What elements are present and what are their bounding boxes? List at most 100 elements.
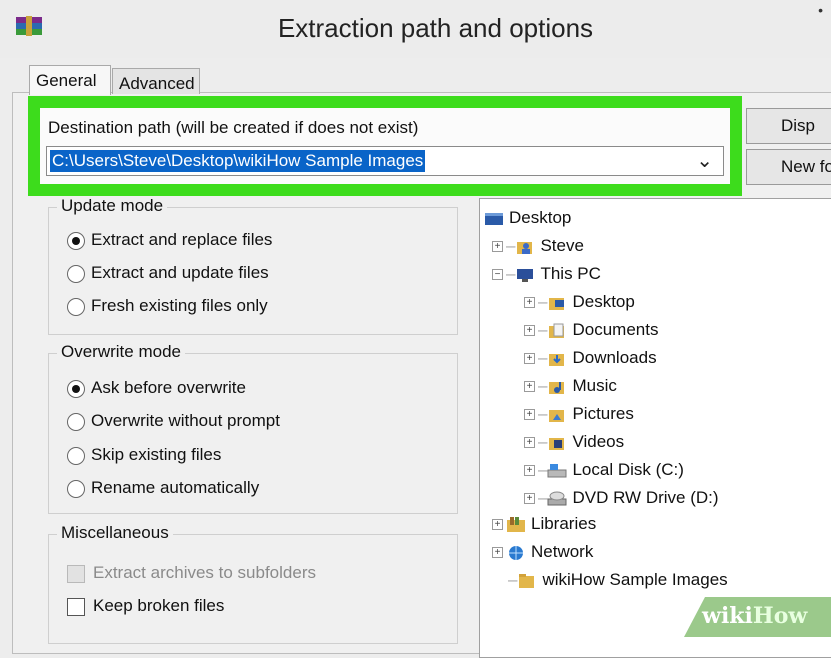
tree-item-label: Steve — [540, 236, 584, 255]
tree-item-label: Downloads — [572, 348, 657, 367]
tab-advanced[interactable]: Advanced — [112, 68, 200, 94]
expand-icon[interactable]: + — [524, 465, 535, 477]
tree-item-libraries[interactable]: + Libraries — [492, 514, 596, 534]
radio-button[interactable] — [67, 264, 85, 283]
tree-item-pictures[interactable]: + – Pictures — [524, 404, 634, 424]
folder-icon — [517, 572, 537, 589]
title-bar: Extraction path and options • — [0, 0, 831, 58]
tree-item-desktop-root[interactable]: Desktop — [484, 208, 571, 228]
desktop-folder-icon — [547, 294, 567, 311]
expand-icon[interactable]: + — [524, 493, 535, 505]
tree-item-network[interactable]: + Network — [492, 542, 593, 562]
computer-icon — [515, 266, 535, 283]
option-label: Keep broken files — [93, 596, 225, 615]
tab-general[interactable]: General — [29, 65, 111, 95]
destination-label: Destination path (will be created if doe… — [48, 118, 419, 137]
tree-item-label: Videos — [572, 432, 625, 451]
destination-path-combobox[interactable]: C:\Users\Steve\Desktop\wikiHow Sample Im… — [46, 146, 724, 176]
radio-button[interactable] — [67, 412, 85, 431]
radio-ask-before-overwrite[interactable]: Ask before overwrite — [67, 378, 246, 398]
tree-item-pc-desktop[interactable]: + – Desktop — [524, 292, 635, 312]
update-mode-title: Update mode — [57, 196, 168, 216]
tree-item-local-disk[interactable]: + – Local Disk (C:) — [524, 460, 684, 480]
tree-item-label: This PC — [540, 264, 601, 283]
window-title: Extraction path and options — [277, 13, 594, 43]
desktop-icon — [484, 210, 504, 227]
expand-icon[interactable]: + — [492, 519, 503, 531]
tree-item-videos[interactable]: + – Videos — [524, 432, 624, 452]
checkbox-keep-broken-files[interactable]: Keep broken files — [67, 596, 224, 616]
tree-item-downloads[interactable]: + – Downloads — [524, 348, 657, 368]
tree-item-wikihow-sample-images[interactable]: – wikiHow Sample Images — [508, 570, 728, 590]
watermark-how: How — [752, 603, 808, 629]
radio-overwrite-without-prompt[interactable]: Overwrite without prompt — [67, 411, 280, 431]
dvd-drive-icon — [547, 490, 567, 507]
videos-folder-icon — [547, 434, 567, 451]
update-mode-group: Update mode Extract and replace files Ex… — [48, 196, 458, 335]
window-control-dot: • — [818, 2, 823, 18]
user-folder-icon — [515, 238, 535, 255]
tree-item-label: DVD RW Drive (D:) — [572, 488, 719, 507]
tree-item-label: Network — [531, 542, 594, 561]
tree-item-documents[interactable]: + – Documents — [524, 320, 658, 340]
option-label: Extract and replace files — [91, 230, 273, 249]
tree-item-music[interactable]: + – Music — [524, 376, 617, 396]
new-folder-button[interactable]: New fo — [746, 149, 831, 185]
option-label: Overwrite without prompt — [91, 411, 280, 430]
option-label: Fresh existing files only — [91, 296, 268, 315]
option-label: Rename automatically — [91, 478, 260, 497]
radio-button[interactable] — [67, 446, 85, 465]
expand-icon[interactable]: + — [524, 325, 535, 337]
miscellaneous-group: Miscellaneous Extract archives to subfol… — [48, 523, 458, 644]
tree-item-label: Desktop — [509, 208, 572, 227]
checkbox[interactable] — [67, 564, 85, 583]
display-button[interactable]: Disp — [746, 108, 831, 144]
expand-icon[interactable]: + — [524, 437, 535, 449]
radio-fresh-existing[interactable]: Fresh existing files only — [67, 296, 268, 316]
tree-item-dvd-drive[interactable]: + – DVD RW Drive (D:) — [524, 488, 719, 508]
checkbox-extract-to-subfolders[interactable]: Extract archives to subfolders — [67, 563, 316, 583]
destination-path-value[interactable]: C:\Users\Steve\Desktop\wikiHow Sample Im… — [50, 150, 426, 172]
pictures-folder-icon — [547, 406, 567, 423]
collapse-icon[interactable]: − — [492, 269, 503, 281]
option-label: Skip existing files — [91, 445, 222, 464]
option-label: Extract archives to subfolders — [93, 563, 316, 582]
tree-item-steve[interactable]: + – Steve — [492, 236, 584, 256]
radio-skip-existing[interactable]: Skip existing files — [67, 445, 221, 465]
folder-tree[interactable]: Desktop + – Steve − – This PC + – Desktop + – Do… — [479, 198, 831, 658]
overwrite-mode-title: Overwrite mode — [57, 342, 185, 362]
expand-icon[interactable]: + — [524, 381, 535, 393]
destination-panel: Destination path (will be created if doe… — [40, 108, 730, 184]
radio-extract-update[interactable]: Extract and update files — [67, 263, 269, 283]
radio-rename-automatically[interactable]: Rename automatically — [67, 478, 259, 498]
expand-icon[interactable]: + — [524, 353, 535, 365]
tree-item-label: Desktop — [572, 292, 635, 311]
radio-extract-replace[interactable]: Extract and replace files — [67, 230, 272, 250]
tree-item-label: Music — [572, 376, 617, 395]
tree-item-label: Local Disk (C:) — [572, 460, 684, 479]
local-disk-icon — [547, 462, 567, 479]
downloads-folder-icon — [547, 350, 567, 367]
wikihow-watermark: wikiHow — [684, 597, 831, 637]
expand-icon[interactable]: + — [524, 297, 535, 309]
option-label: Extract and update files — [91, 263, 269, 282]
radio-button[interactable] — [67, 479, 85, 498]
radio-button[interactable] — [67, 231, 85, 250]
expand-icon[interactable]: + — [492, 241, 503, 253]
expand-icon[interactable]: + — [524, 409, 535, 421]
radio-button[interactable] — [67, 379, 85, 398]
music-folder-icon — [547, 378, 567, 395]
miscellaneous-title: Miscellaneous — [57, 523, 173, 543]
tree-item-this-pc[interactable]: − – This PC — [492, 264, 601, 284]
radio-button[interactable] — [67, 297, 85, 316]
tree-item-label: Documents — [572, 320, 659, 339]
tree-item-label: Libraries — [531, 514, 597, 533]
tree-item-label: wikiHow Sample Images — [542, 570, 728, 589]
documents-folder-icon — [547, 322, 567, 339]
overwrite-mode-group: Overwrite mode Ask before overwrite Over… — [48, 342, 458, 514]
network-icon — [506, 544, 526, 561]
expand-icon[interactable]: + — [492, 547, 503, 559]
checkbox[interactable] — [67, 597, 85, 616]
chevron-down-icon[interactable]: ⌄ — [696, 148, 713, 173]
watermark-wiki: wiki — [702, 603, 753, 629]
